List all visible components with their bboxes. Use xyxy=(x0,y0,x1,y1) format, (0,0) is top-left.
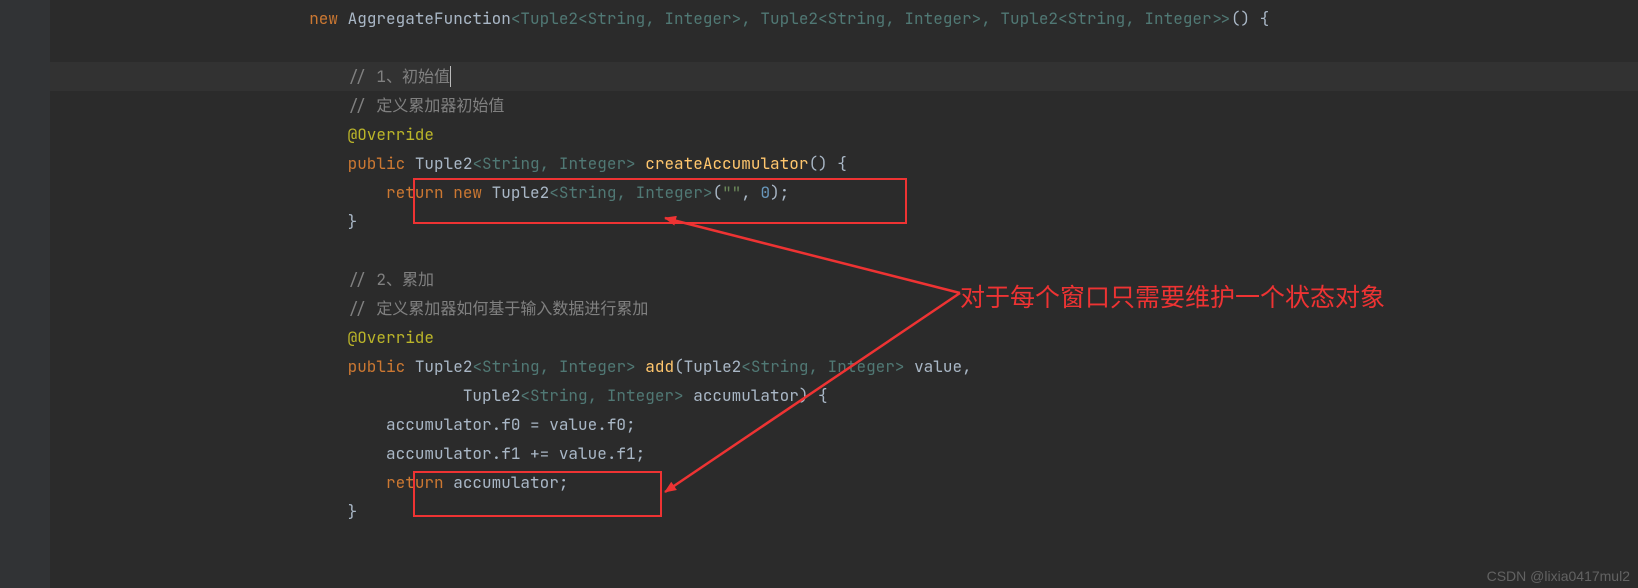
annotation-text: 对于每个窗口只需要维护一个状态对象 xyxy=(960,278,1385,314)
code-line[interactable]: new AggregateFunction<Tuple2<String, Int… xyxy=(50,4,1638,33)
code-line[interactable]: accumulator.f1 += value.f1; xyxy=(50,439,1638,468)
code-line[interactable]: public Tuple2<String, Integer> add(Tuple… xyxy=(50,352,1638,381)
code-line[interactable]: // 1、初始值 xyxy=(50,62,1638,91)
code-line[interactable] xyxy=(50,236,1638,265)
code-line[interactable]: Tuple2<String, Integer> accumulator) { xyxy=(50,381,1638,410)
editor-gutter xyxy=(0,0,50,588)
code-line[interactable]: public Tuple2<String, Integer> createAcc… xyxy=(50,149,1638,178)
code-line[interactable]: } xyxy=(50,207,1638,236)
code-line[interactable]: @Override xyxy=(50,323,1638,352)
code-line[interactable] xyxy=(50,33,1638,62)
code-line[interactable]: return accumulator; xyxy=(50,468,1638,497)
code-line[interactable]: } xyxy=(50,497,1638,526)
watermark: CSDN @lixia0417mul2 xyxy=(1487,568,1630,584)
code-line[interactable]: return new Tuple2<String, Integer>("", 0… xyxy=(50,178,1638,207)
code-line[interactable]: // 2、累加 xyxy=(50,265,1638,294)
code-editor[interactable]: new AggregateFunction<Tuple2<String, Int… xyxy=(50,0,1638,588)
code-line[interactable]: // 定义累加器如何基于输入数据进行累加 xyxy=(50,294,1638,323)
text-caret xyxy=(450,66,451,87)
code-line[interactable]: // 定义累加器初始值 xyxy=(50,91,1638,120)
code-line[interactable]: @Override xyxy=(50,120,1638,149)
code-line[interactable]: accumulator.f0 = value.f0; xyxy=(50,410,1638,439)
